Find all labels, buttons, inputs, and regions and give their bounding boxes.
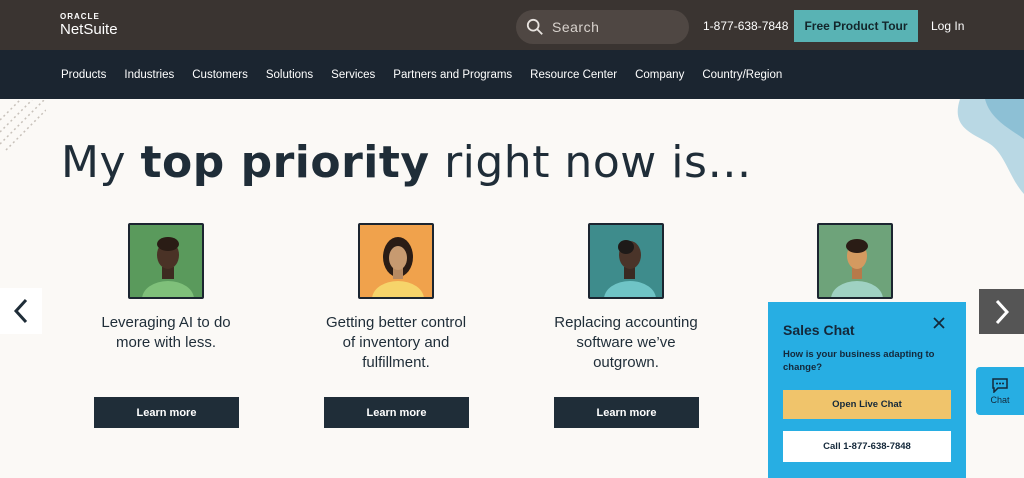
login-link[interactable]: Log In (931, 19, 964, 33)
nav-item-country-region[interactable]: Country/Region (702, 69, 782, 81)
nav-item-solutions[interactable]: Solutions (266, 69, 313, 81)
avatar-illustration (358, 223, 434, 299)
avatar-illustration (128, 223, 204, 299)
close-icon[interactable] (932, 316, 946, 330)
free-product-tour-button[interactable]: Free Product Tour (794, 10, 918, 42)
logo-oracle-text: ORACLE (60, 12, 100, 21)
sales-chat-question: How is your business adapting to change? (783, 349, 935, 373)
priority-card-inventory: Getting better control of inventory and … (323, 223, 469, 373)
decorative-blob (957, 99, 1024, 194)
learn-more-button-inventory[interactable]: Learn more (324, 397, 469, 428)
hero-title-pre: My (61, 137, 141, 188)
sales-chat-title: Sales Chat (783, 322, 855, 338)
netsuite-logo[interactable]: ORACLE NetSuite (60, 12, 118, 38)
nav-item-products[interactable]: Products (61, 69, 106, 81)
carousel-prev-button[interactable] (0, 288, 42, 334)
open-live-chat-button[interactable]: Open Live Chat (783, 390, 951, 419)
header-phone-link[interactable]: 1-877-638-7848 (703, 19, 788, 33)
avatar-illustration (817, 223, 893, 299)
nav-item-services[interactable]: Services (331, 69, 375, 81)
hero-title-bold: top priority (140, 137, 430, 188)
person-illustration (130, 225, 202, 297)
chevron-left-icon (13, 298, 28, 324)
chat-bubble-icon (992, 377, 1008, 393)
main-nav: Products Industries Customers Solutions … (0, 50, 1024, 99)
logo-netsuite-text: NetSuite (60, 21, 118, 38)
search-icon (526, 18, 543, 35)
decorative-dots (0, 100, 46, 151)
call-sales-button[interactable]: Call 1-877-638-7848 (783, 431, 951, 462)
chevron-right-icon (995, 299, 1009, 324)
nav-item-resource-center[interactable]: Resource Center (530, 69, 617, 81)
person-illustration (819, 225, 891, 297)
card-text: Getting better control of inventory and … (325, 314, 467, 371)
priority-card-ai: Leveraging AI to do more with less. (93, 223, 239, 353)
nav-item-industries[interactable]: Industries (124, 69, 174, 81)
hero-title-post: right now is… (429, 137, 752, 188)
search-placeholder: Search (552, 19, 600, 35)
person-illustration (590, 225, 662, 297)
chat-tab-button[interactable]: Chat (976, 367, 1024, 415)
hero-title: My top priority right now is… (61, 137, 752, 188)
top-bar: ORACLE NetSuite Search 1-877-638-7848 Fr… (0, 0, 1024, 50)
card-text: Leveraging AI to do more with less. (101, 314, 231, 351)
priority-card-accounting: Replacing accounting software we’ve outg… (553, 223, 699, 373)
nav-item-company[interactable]: Company (635, 69, 684, 81)
priority-card-partial (782, 223, 928, 299)
search-input[interactable]: Search (516, 10, 689, 44)
person-illustration (360, 225, 432, 297)
nav-item-customers[interactable]: Customers (192, 69, 248, 81)
chat-tab-label: Chat (990, 394, 1010, 405)
nav-item-partners[interactable]: Partners and Programs (393, 69, 512, 81)
carousel-next-button[interactable] (979, 289, 1024, 334)
card-text: Replacing accounting software we’ve outg… (554, 314, 698, 371)
avatar-illustration (588, 223, 664, 299)
learn-more-button-ai[interactable]: Learn more (94, 397, 239, 428)
sales-chat-popup: Sales Chat How is your business adapting… (768, 302, 966, 478)
learn-more-button-accounting[interactable]: Learn more (554, 397, 699, 428)
